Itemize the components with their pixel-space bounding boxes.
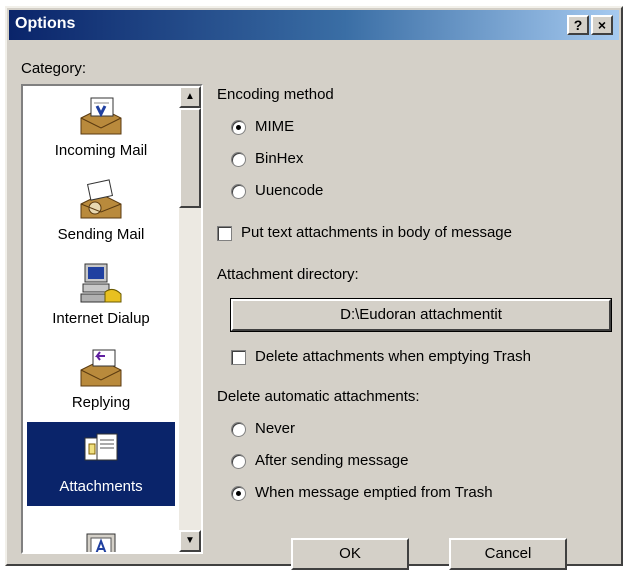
- category-label-sending-mail: Sending Mail: [57, 226, 145, 243]
- window-title: Options: [15, 15, 76, 32]
- radio-when-emptied-label: When message emptied from Trash: [255, 484, 493, 501]
- radio-mime-label: MIME: [255, 118, 295, 135]
- category-label-incoming-mail: Incoming Mail: [54, 142, 148, 159]
- incoming-mail-icon: [80, 97, 122, 135]
- scroll-up-arrow-icon[interactable]: ▲: [179, 86, 201, 108]
- radio-binhex[interactable]: BinHex: [231, 150, 303, 167]
- attachments-icon: [84, 433, 118, 461]
- options-dialog: Options ? × Category: Incoming Mail Send…: [5, 6, 623, 570]
- radio-never[interactable]: Never: [231, 420, 295, 437]
- put-text-in-body-label: Put text attachments in body of message: [241, 224, 512, 241]
- title-bar[interactable]: Options ? ×: [9, 10, 619, 40]
- category-label-attachments: Attachments: [59, 478, 143, 495]
- radio-when-emptied-indicator[interactable]: [231, 485, 246, 501]
- category-label-replying: Replying: [71, 394, 131, 411]
- help-button[interactable]: ?: [567, 15, 589, 35]
- radio-binhex-label: BinHex: [255, 150, 304, 167]
- internet-dialup-icon: [80, 263, 122, 303]
- attachment-directory-button[interactable]: D:\Eudoran attachmentit: [230, 298, 612, 332]
- put-text-in-body-box[interactable]: [217, 225, 232, 241]
- radio-after-sending-indicator[interactable]: [231, 453, 246, 469]
- radio-after-sending-label: After sending message: [255, 452, 409, 469]
- radio-uuencode-indicator[interactable]: [231, 183, 246, 199]
- category-item-attachments[interactable]: Attachments: [27, 422, 175, 506]
- category-list[interactable]: Incoming Mail Sending Mail Internet Dial…: [21, 84, 203, 554]
- put-text-in-body-checkbox[interactable]: Put text attachments in body of message: [217, 224, 512, 241]
- delete-when-emptying-trash-box[interactable]: [231, 349, 246, 365]
- font-icon: [86, 533, 116, 552]
- radio-never-label: Never: [255, 420, 296, 437]
- radio-mime-indicator[interactable]: [231, 119, 246, 135]
- category-label: Category:: [21, 60, 87, 77]
- cancel-button[interactable]: Cancel: [449, 538, 567, 570]
- radio-uuencode[interactable]: Uuencode: [231, 182, 323, 199]
- delete-automatic-attachments-label: Delete automatic attachments:: [217, 388, 420, 405]
- category-label-internet-dialup: Internet Dialup: [52, 310, 150, 327]
- sending-mail-icon: [80, 179, 122, 219]
- radio-after-sending[interactable]: After sending message: [231, 452, 408, 469]
- category-item-sending-mail[interactable]: Sending Mail: [27, 170, 175, 254]
- scroll-thumb[interactable]: [179, 108, 201, 208]
- category-item-replying[interactable]: Replying: [27, 338, 175, 422]
- radio-when-emptied-from-trash[interactable]: When message emptied from Trash: [231, 484, 493, 501]
- attachment-directory-label: Attachment directory:: [217, 266, 359, 283]
- radio-binhex-indicator[interactable]: [231, 151, 246, 167]
- ok-button[interactable]: OK: [291, 538, 409, 570]
- close-button[interactable]: ×: [591, 15, 613, 35]
- radio-mime[interactable]: MIME: [231, 118, 294, 135]
- encoding-method-label: Encoding method: [217, 86, 334, 103]
- category-scrollbar[interactable]: ▲ ▼: [179, 86, 201, 552]
- delete-when-emptying-trash-label: Delete attachments when emptying Trash: [255, 348, 531, 365]
- category-item-partial[interactable]: [27, 506, 175, 552]
- delete-when-emptying-trash-checkbox[interactable]: Delete attachments when emptying Trash: [231, 348, 531, 365]
- radio-never-indicator[interactable]: [231, 421, 246, 437]
- category-item-internet-dialup[interactable]: Internet Dialup: [27, 254, 175, 338]
- radio-uuencode-label: Uuencode: [255, 182, 324, 199]
- category-item-incoming-mail[interactable]: Incoming Mail: [27, 86, 175, 170]
- scroll-down-arrow-icon[interactable]: ▼: [179, 530, 201, 552]
- replying-icon: [80, 349, 122, 387]
